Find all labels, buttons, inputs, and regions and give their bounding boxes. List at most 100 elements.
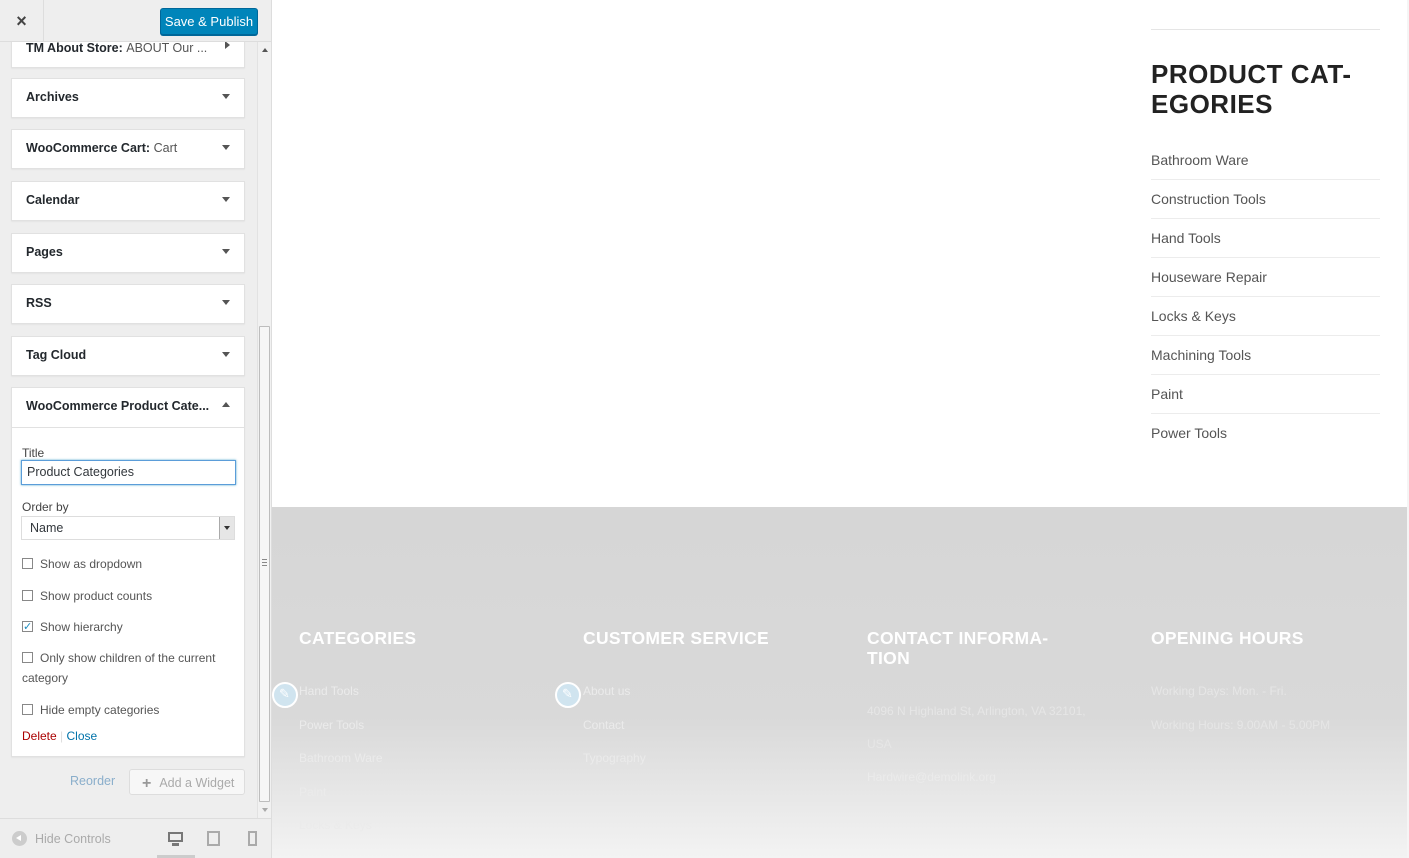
order-by-select[interactable]: Name: [21, 516, 235, 540]
arrow-down-icon[interactable]: [222, 197, 230, 202]
scroll-up-icon[interactable]: [262, 48, 268, 52]
widget-archives[interactable]: Archives: [11, 78, 245, 118]
widget-name: WooCommerce Product Cate...: [26, 399, 210, 413]
footer-link[interactable]: Hand Tools: [299, 684, 359, 698]
close-icon[interactable]: ×: [0, 0, 44, 42]
panel-header: × Save & Publish: [0, 0, 271, 42]
edit-pencil-icon[interactable]: [272, 682, 298, 708]
checkbox-box[interactable]: [22, 590, 33, 601]
footer-heading: CONTACT INFORMA- TION: [867, 628, 1049, 668]
delete-link[interactable]: Delete: [22, 729, 57, 743]
footer-heading: OPENING HOURS: [1151, 628, 1304, 648]
widget-title: Archives: [12, 79, 244, 117]
arrow-down-icon[interactable]: [222, 145, 230, 150]
footer-link[interactable]: Typography: [583, 751, 646, 765]
widget-subtitle: Cart: [153, 141, 178, 155]
category-link[interactable]: Construction Tools: [1151, 180, 1380, 219]
mobile-icon[interactable]: [243, 829, 263, 849]
footer-link[interactable]: Locks & Keys: [299, 818, 372, 832]
checkbox-box-checked[interactable]: [22, 617, 33, 637]
widget-tag-cloud[interactable]: Tag Cloud: [11, 336, 245, 376]
widget-name: Pages: [26, 245, 63, 259]
widget-calendar[interactable]: Calendar: [11, 181, 245, 221]
checkbox-hide-empty[interactable]: Hide empty categories: [22, 700, 232, 720]
scrollbar-thumb[interactable]: [259, 326, 270, 802]
title-input[interactable]: Product Categories: [21, 460, 236, 485]
checkbox-label: Show as dropdown: [40, 557, 143, 571]
checkbox-label: Hide empty categories: [40, 703, 160, 717]
arrow-down-icon[interactable]: [222, 300, 230, 305]
widget-pages[interactable]: Pages: [11, 233, 245, 273]
arrow-down-icon[interactable]: [222, 94, 230, 99]
widget-woocommerce-cart[interactable]: WooCommerce Cart: Cart: [11, 129, 245, 169]
checkbox-show-product-counts[interactable]: Show product counts: [22, 586, 232, 606]
customizer-panel: × Save & Publish TM About Store: ABOUT O…: [0, 0, 272, 858]
arrow-down-icon[interactable]: [222, 249, 230, 254]
footer-column-customer-service: CUSTOMER SERVICE About us Contact Typogr…: [583, 628, 823, 765]
checkbox-show-hierarchy[interactable]: Show hierarchy: [22, 617, 232, 637]
close-link[interactable]: Close: [67, 729, 98, 743]
widget-title: RSS: [12, 285, 244, 323]
widget-rss[interactable]: RSS: [11, 284, 245, 324]
checkbox-show-as-dropdown[interactable]: Show as dropdown: [22, 554, 232, 574]
widgets-list: TM About Store: ABOUT Our ... Archives W…: [0, 42, 257, 818]
widget-woocommerce-product-categories: WooCommerce Product Cate... Title Produc…: [11, 387, 245, 757]
footer-link[interactable]: Paint: [299, 785, 326, 799]
checkbox-label: Only show children of the current catego…: [22, 651, 216, 685]
category-link[interactable]: Houseware Repair: [1151, 258, 1380, 297]
footer-link[interactable]: Power Tools: [299, 718, 364, 732]
checkbox-box[interactable]: [22, 704, 33, 715]
footer-hours: Working Hours: 9.00AM - 5.00PM: [1151, 718, 1331, 732]
widget-subtitle: ABOUT Our ...: [126, 42, 208, 55]
widget-title: WooCommerce Cart: Cart: [12, 130, 244, 168]
category-link[interactable]: Paint: [1151, 375, 1380, 414]
footer-link[interactable]: Contact: [583, 718, 624, 732]
footer-email-link[interactable]: Hardwire@demolink.org: [867, 770, 996, 784]
widget-tm-about-store[interactable]: TM About Store: ABOUT Our ...: [11, 42, 245, 68]
checkbox-label: Show hierarchy: [40, 620, 123, 634]
chevron-down-icon[interactable]: [219, 517, 234, 539]
widget-heading: PRODUCT CAT- EGORIES: [1151, 59, 1352, 119]
category-link[interactable]: Power Tools: [1151, 414, 1380, 453]
checkbox-only-children[interactable]: Only show children of the current catego…: [22, 648, 232, 688]
arrow-down-icon[interactable]: [222, 352, 230, 357]
tablet-icon[interactable]: [204, 829, 224, 849]
category-link[interactable]: Locks & Keys: [1151, 297, 1380, 336]
category-link[interactable]: Bathroom Ware: [1151, 141, 1380, 180]
widget-title: Calendar: [12, 182, 244, 220]
arrow-up-icon[interactable]: [222, 402, 230, 407]
edit-pencil-icon[interactable]: [555, 682, 581, 708]
footer-hours: Working Days: Mon. - Fri.: [1151, 684, 1287, 698]
site-preview: PRODUCT CAT- EGORIES Bathroom Ware Const…: [272, 0, 1409, 858]
widget-name: Tag Cloud: [26, 348, 87, 362]
add-widget-button[interactable]: + Add a Widget: [129, 769, 245, 795]
widget-name: Calendar: [26, 193, 80, 207]
hide-controls-button[interactable]: Hide Controls: [12, 831, 111, 846]
footer-column-opening-hours: OPENING HOURS Working Days: Mon. - Fri. …: [1151, 628, 1391, 732]
category-link[interactable]: Hand Tools: [1151, 219, 1380, 258]
desktop-icon[interactable]: [166, 829, 186, 849]
widget-title: Pages: [12, 234, 244, 272]
scroll-down-icon[interactable]: [262, 808, 268, 812]
reorder-link[interactable]: Reorder: [70, 774, 115, 788]
widget-name: Archives: [26, 90, 79, 104]
checkbox-label: Show product counts: [40, 589, 153, 603]
panel-scrollbar[interactable]: [257, 42, 271, 818]
divider: [1151, 29, 1380, 30]
footer-column-categories: CATEGORIES Hand Tools Power Tools Bathro…: [299, 628, 539, 832]
widget-title[interactable]: WooCommerce Product Cate...: [12, 388, 244, 428]
footer-heading: CATEGORIES: [299, 628, 417, 648]
add-widget-label: Add a Widget: [159, 776, 235, 790]
grip-icon: [262, 559, 267, 566]
order-by-label: Order by: [22, 500, 69, 514]
arrow-right-icon[interactable]: [225, 42, 230, 49]
footer-address-country: USA: [867, 737, 892, 751]
footer-link[interactable]: Bathroom Ware: [299, 751, 383, 765]
footer-link[interactable]: About us: [583, 684, 630, 698]
plus-icon: +: [142, 775, 152, 792]
category-link[interactable]: Machining Tools: [1151, 336, 1380, 375]
checkbox-box[interactable]: [22, 652, 33, 663]
checkbox-box[interactable]: [22, 558, 33, 569]
save-publish-button[interactable]: Save & Publish: [160, 8, 258, 35]
widget-title: Tag Cloud: [12, 337, 244, 375]
